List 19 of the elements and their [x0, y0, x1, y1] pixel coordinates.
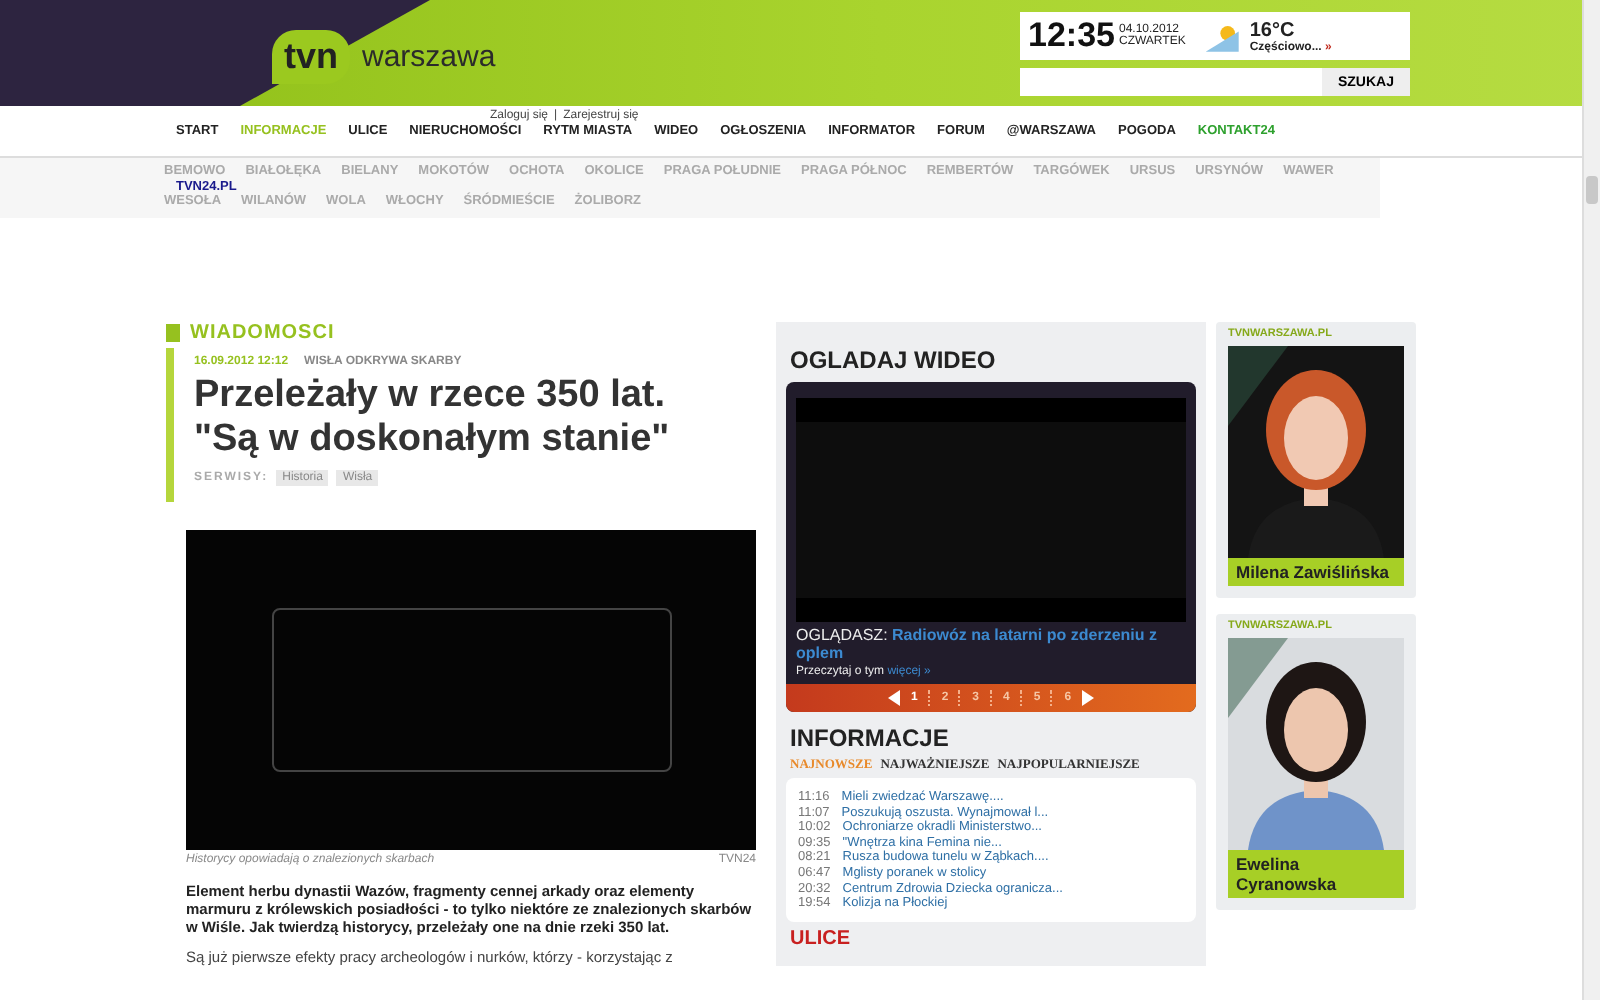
- section-heading: ULICE: [790, 927, 852, 952]
- clock-time: 12:35: [1028, 16, 1115, 56]
- logo-name[interactable]: warszawa: [362, 40, 496, 74]
- section-title: WIADOMOSCI: [190, 322, 335, 344]
- logo-brand[interactable]: tvn: [272, 30, 350, 84]
- video-screen[interactable]: [796, 398, 1186, 622]
- scrollbar[interactable]: [1582, 0, 1600, 1000]
- search-field[interactable]: [1020, 68, 1322, 96]
- news-heading: INFORMACJE: [790, 724, 951, 752]
- previous-icon[interactable]: [888, 690, 901, 706]
- video-player[interactable]: [186, 530, 756, 850]
- presenter-name: Ewelina Cyranowska: [1228, 850, 1404, 898]
- video-heading: OGLADAJ WIDEO: [790, 346, 998, 374]
- next-icon[interactable]: [1081, 690, 1094, 706]
- article-title: Przeleżały w rzece 350 lat. "Są w doskonałym stanie": [194, 374, 672, 462]
- presenter-name: Milena Zawiślińska: [1228, 558, 1404, 586]
- temperature-text: 16°C: [1249, 19, 1297, 41]
- section-marker: [166, 324, 180, 342]
- watching-text: OGLĄDASZ: Radiowóz na latarni po zderzeniu z oplem: [796, 626, 1159, 662]
